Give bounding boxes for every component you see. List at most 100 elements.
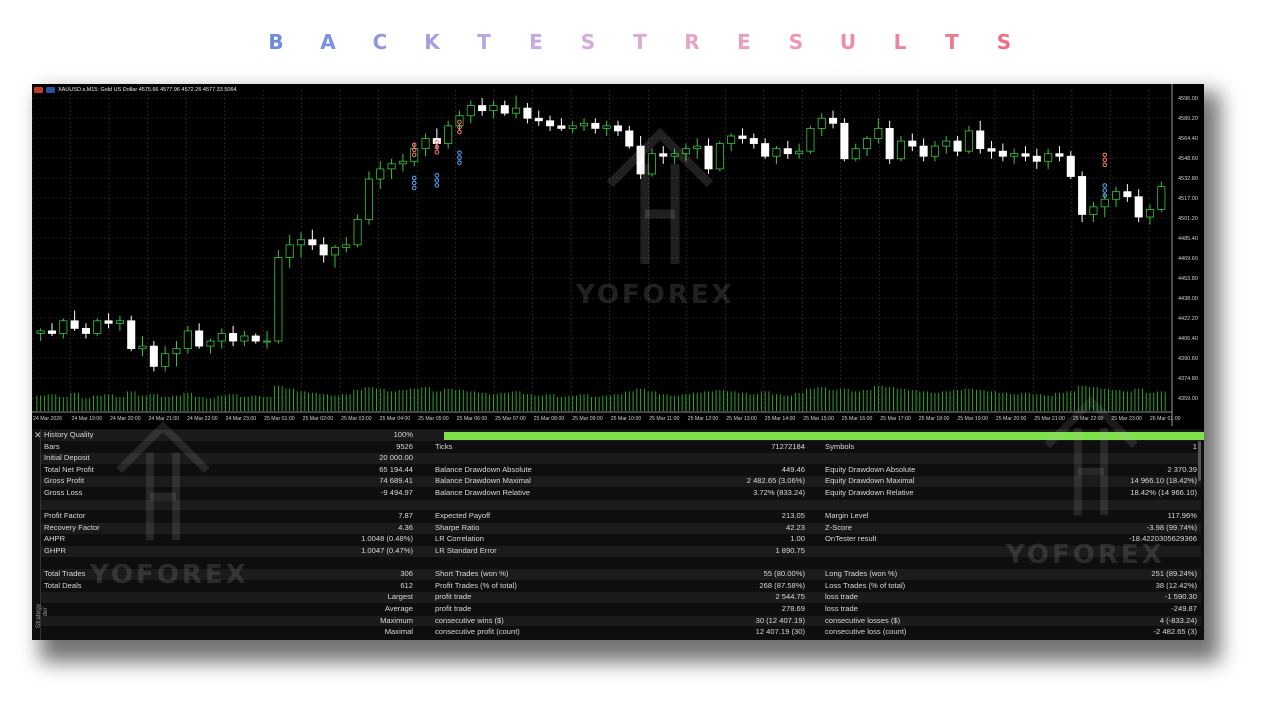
time-tick-label: 25 Mar 15:00	[803, 416, 834, 422]
metric-value: 55 (80.00%)	[763, 569, 805, 579]
metric-label: Long Trades (won %)	[825, 569, 898, 579]
heading-letter: S	[996, 30, 1012, 54]
yoforex-logo-watermark-right	[1044, 395, 1138, 516]
candle-body	[308, 239, 317, 246]
results-row: Largest profit trade 2 544.75 loss trade -1 …	[41, 592, 1201, 604]
candle-body	[1145, 208, 1155, 218]
time-tick-label: 25 Mar 14:00	[765, 416, 796, 422]
candle-body	[1066, 155, 1075, 177]
candle-body	[274, 257, 283, 342]
candle-body	[874, 127, 883, 139]
candle-body	[1010, 153, 1019, 157]
candle-body	[81, 327, 90, 334]
metric-label: Gross Loss	[44, 488, 83, 497]
metric-label: profit trade	[435, 592, 472, 602]
metric-value	[601, 558, 805, 569]
metric-label: Z-Score	[825, 522, 853, 532]
candle-body	[795, 150, 804, 155]
candle-body	[217, 333, 226, 342]
time-tick-label: 25 Mar 03:00	[341, 416, 372, 422]
metric-value: 1.00	[790, 534, 805, 544]
time-tick-label: 24 Mar 2026	[33, 416, 62, 422]
candle-body	[161, 353, 170, 367]
candle-body	[195, 330, 204, 347]
candle-body	[919, 145, 928, 157]
metric-label: consecutive loss (count)	[825, 627, 907, 637]
candle-body	[953, 140, 962, 152]
candle-body	[138, 345, 147, 350]
heading-letter: S	[580, 30, 596, 54]
buy-marker-icon	[434, 178, 440, 183]
candle-body	[1157, 186, 1166, 210]
sell-marker-icon	[434, 149, 440, 155]
candle-body	[115, 320, 124, 324]
candle-body	[364, 178, 373, 220]
sell-marker-icon	[1102, 157, 1108, 163]
candle-body	[738, 135, 747, 139]
metric-value	[601, 500, 805, 511]
metric-value: 3.72% (833.24)	[753, 488, 805, 497]
metric-label: loss trade	[825, 604, 858, 613]
metric-value: Maximum	[380, 615, 413, 625]
candle-body	[908, 140, 917, 147]
candle-body	[70, 320, 79, 329]
candle-body	[36, 330, 45, 334]
price-tick-label: 4485.40	[1178, 236, 1198, 242]
metric-value: 251 (89.24%)	[1151, 569, 1197, 579]
metric-value: 20 000.00	[379, 453, 413, 463]
metric-label: Initial Deposit	[44, 453, 90, 463]
metric-value	[301, 558, 413, 569]
price-tick-label: 4390.60	[1178, 356, 1198, 362]
candle-body	[478, 105, 487, 112]
metric-label: Short Trades (won %)	[435, 569, 509, 579]
time-tick-label: 25 Mar 13:00	[726, 416, 757, 422]
candle-body	[727, 135, 736, 144]
time-tick-label: 25 Mar 05:00	[418, 416, 449, 422]
heading-letter: T	[633, 30, 647, 54]
results-scrollbar[interactable]	[1198, 441, 1201, 481]
metric-value: 612	[400, 580, 413, 590]
time-tick-label: 25 Mar 10:00	[611, 416, 642, 422]
candle-body	[1032, 155, 1041, 162]
chart-menu-icon[interactable]	[34, 87, 43, 93]
metric-label: loss trade	[825, 592, 858, 602]
candle-body	[330, 246, 340, 256]
results-row: Maximal consecutive profit (count) 12 407.…	[41, 627, 1201, 638]
metric-label: Equity Drawdown Relative	[825, 488, 914, 497]
metric-value: 1.0047 (0.47%)	[361, 546, 413, 555]
candle-body	[489, 105, 498, 112]
candle-body	[591, 122, 600, 129]
candle-body	[376, 168, 385, 180]
metric-label: Gross Profit	[44, 476, 85, 486]
candle-body	[930, 145, 939, 157]
candle-body	[47, 330, 57, 334]
candle-body	[342, 244, 351, 248]
time-tick-label: 25 Mar 04:00	[380, 416, 411, 422]
candle-body	[806, 127, 815, 152]
time-tick-label: 24 Mar 19:00	[72, 416, 103, 422]
candle-body	[240, 335, 249, 342]
candle-body	[455, 115, 464, 127]
candle-body	[783, 148, 792, 155]
price-tick-label: 4406.40	[1178, 336, 1198, 342]
candle-body	[59, 320, 68, 334]
metric-label: Recovery Factor	[44, 522, 100, 532]
metric-label: History Quality	[44, 430, 94, 439]
candle-body	[964, 130, 973, 152]
price-tick-label: 4374.80	[1178, 376, 1198, 382]
heading-letter: U	[839, 30, 857, 54]
flag-icon	[46, 87, 55, 93]
heading-letter: B	[268, 30, 284, 54]
candle-body	[761, 143, 770, 157]
sell-marker-icon	[1102, 152, 1108, 158]
candle-body	[534, 117, 543, 122]
yoforex-watermark-text-left: YOFOREX	[90, 560, 249, 590]
heading-letter: E	[737, 30, 751, 54]
time-tick-label: 25 Mar 20:00	[996, 416, 1027, 422]
candle-body	[444, 125, 453, 144]
price-tick-label: 4548.60	[1178, 156, 1198, 162]
metric-value: -3.98 (99.74%)	[1146, 522, 1197, 532]
terminal-window: 4596.00 4580.20 4564.40 4548.60 4532.80 4517.…	[32, 84, 1204, 640]
metric-label: Loss Trades (% of total)	[825, 580, 906, 590]
metric-value: 449.46	[781, 464, 805, 474]
